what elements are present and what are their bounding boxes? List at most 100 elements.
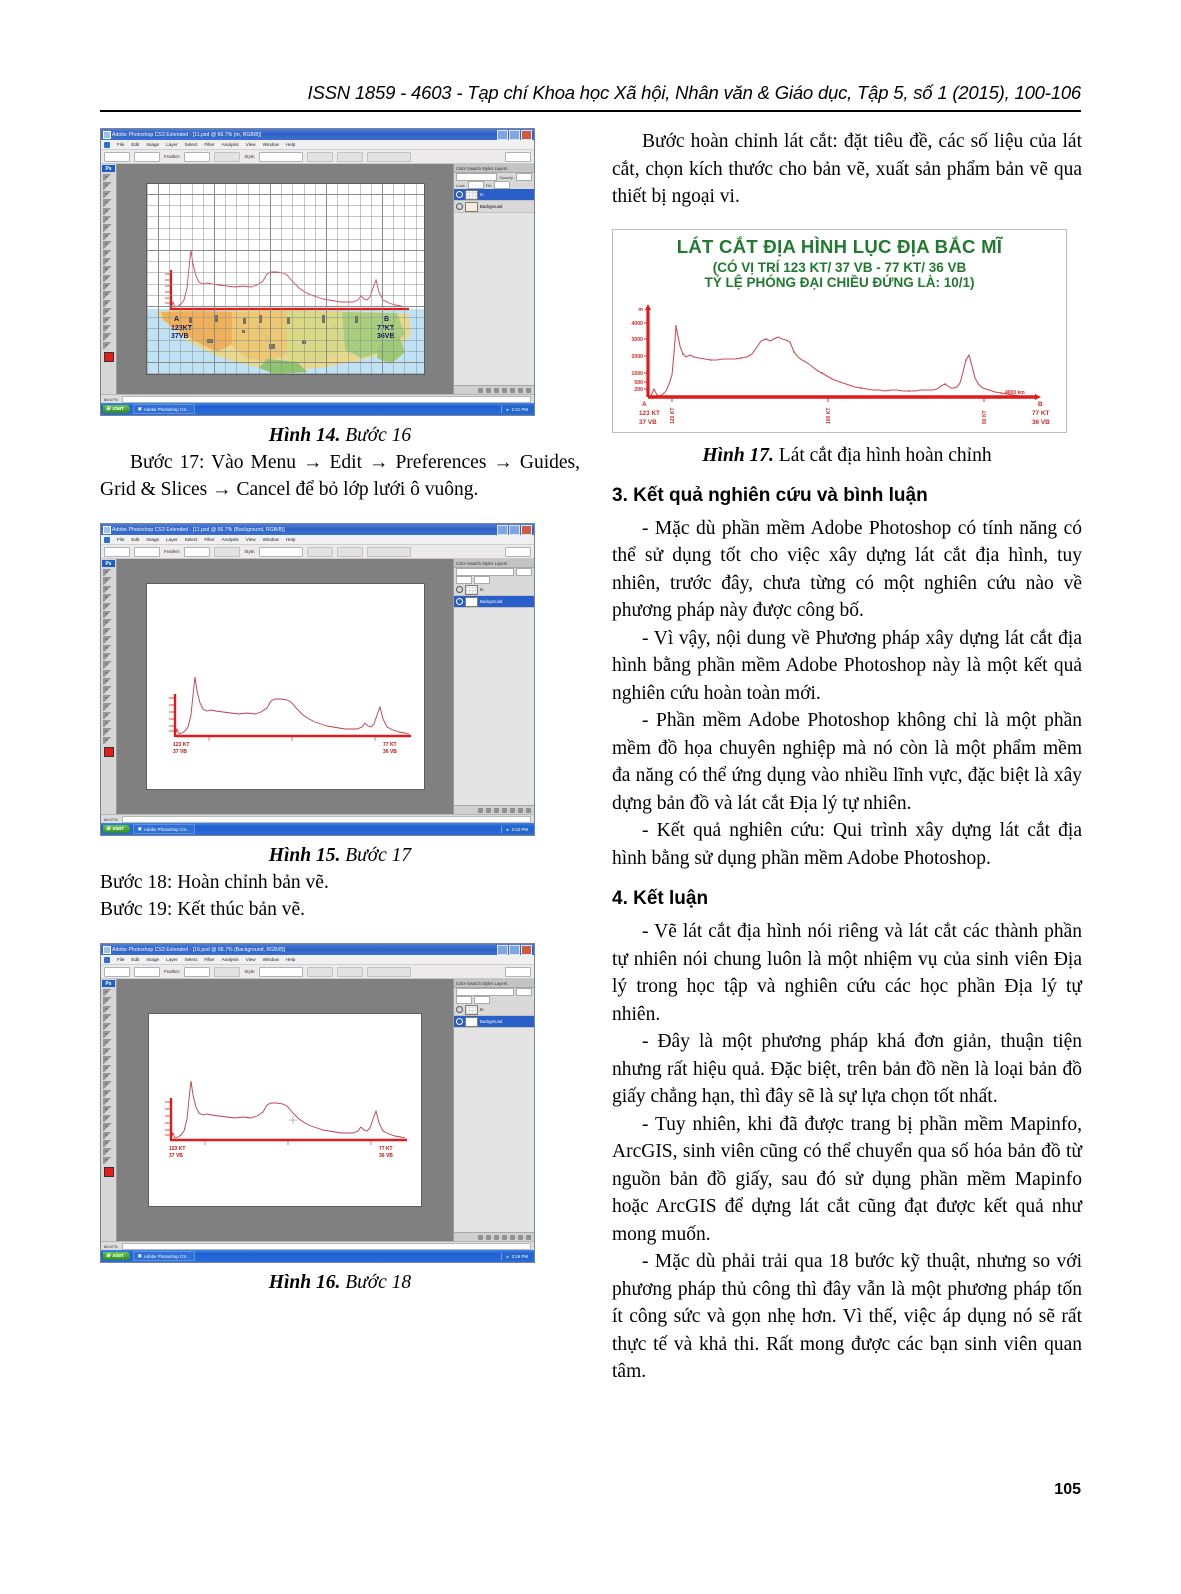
palette-footer[interactable] xyxy=(454,1232,534,1241)
foreground-color-swatch[interactable] xyxy=(103,1167,114,1178)
menu-analysis[interactable]: Analysis xyxy=(222,142,239,147)
marquee-tool-icon[interactable] xyxy=(103,182,114,190)
layer-row-background[interactable]: Background xyxy=(454,596,534,608)
pen-tool-icon[interactable] xyxy=(103,686,114,694)
layers-palette-tab[interactable]: Color Swatch Styles Layers xyxy=(454,164,534,173)
blend-mode-select[interactable] xyxy=(456,988,514,996)
menu-edit[interactable]: Edit xyxy=(131,537,139,542)
pen-tool-icon[interactable] xyxy=(103,291,114,299)
close-icon[interactable] xyxy=(521,129,532,140)
eyedropper-tool-icon[interactable] xyxy=(103,1030,114,1039)
workspace-button[interactable] xyxy=(505,966,531,977)
adjustment-layer-icon[interactable] xyxy=(502,1234,507,1240)
shape-tool-icon[interactable] xyxy=(103,1131,114,1140)
document-canvas[interactable]: 123 KT 37 VB 77 KT 36 VB xyxy=(148,1013,422,1207)
magic-wand-tool-icon[interactable] xyxy=(103,1014,114,1022)
maximize-icon[interactable] xyxy=(509,129,520,140)
brush-tool-icon[interactable] xyxy=(103,627,114,636)
menu-image[interactable]: Image xyxy=(146,142,159,147)
path-selection-tool-icon[interactable] xyxy=(103,1123,114,1131)
tools-panel[interactable]: Ps xyxy=(101,164,117,394)
crop-tool-icon[interactable] xyxy=(103,1022,114,1030)
width-input[interactable] xyxy=(307,151,334,162)
blend-mode-row[interactable] xyxy=(454,988,534,996)
crop-tool-icon[interactable] xyxy=(103,602,114,610)
new-group-icon[interactable] xyxy=(510,1234,515,1240)
layer-style-icon[interactable] xyxy=(486,1234,491,1240)
menu-image[interactable]: Image xyxy=(146,537,159,542)
taskbar-app-button[interactable]: ▣ Adobe Photoshop CS... xyxy=(132,824,195,834)
start-button[interactable]: ⊞ start xyxy=(103,825,130,833)
healing-brush-tool-icon[interactable] xyxy=(103,1039,114,1047)
refine-edge-button[interactable] xyxy=(367,546,412,557)
window-buttons[interactable] xyxy=(497,129,532,140)
height-input[interactable] xyxy=(337,966,364,977)
history-brush-tool-icon[interactable] xyxy=(103,249,114,257)
zoom-tool-icon[interactable] xyxy=(103,1156,114,1165)
menu-help[interactable]: Help xyxy=(286,957,295,962)
notes-tool-icon[interactable] xyxy=(103,1140,114,1148)
dodge-tool-icon[interactable] xyxy=(103,678,114,686)
options-bar[interactable]: Feather: Style: xyxy=(101,965,534,979)
menu-file[interactable]: File xyxy=(117,142,124,147)
workspace-button[interactable] xyxy=(505,151,531,162)
magic-wand-tool-icon[interactable] xyxy=(103,594,114,602)
menu-window[interactable]: Window xyxy=(263,537,279,542)
tray-icon[interactable]: ◕ xyxy=(506,1254,509,1259)
new-group-icon[interactable] xyxy=(510,807,515,813)
menu-help[interactable]: Help xyxy=(286,537,295,542)
taskbar-app-button[interactable]: ▣ Adobe Photoshop CS... xyxy=(132,404,195,414)
menu-analysis[interactable]: Analysis xyxy=(222,537,239,542)
workspace-button[interactable] xyxy=(505,546,531,557)
notes-tool-icon[interactable] xyxy=(103,325,114,333)
marquee-tool-icon[interactable] xyxy=(103,577,114,585)
selection-mode-buttons[interactable] xyxy=(134,546,160,557)
new-layer-icon[interactable] xyxy=(518,1234,523,1240)
taskbar-app-button[interactable]: ▣ Adobe Photoshop CS... xyxy=(132,1251,195,1261)
opacity-input[interactable] xyxy=(516,173,532,181)
eyedropper-tool-icon[interactable] xyxy=(103,610,114,619)
gradient-tool-icon[interactable] xyxy=(103,1081,114,1089)
move-tool-icon[interactable] xyxy=(103,989,114,997)
dodge-tool-icon[interactable] xyxy=(103,1098,114,1106)
menu-filter[interactable]: Filter xyxy=(204,537,214,542)
blend-mode-select[interactable] xyxy=(456,568,514,576)
menu-view[interactable]: View xyxy=(246,142,256,147)
link-layers-icon[interactable] xyxy=(478,1234,483,1240)
refine-edge-button[interactable] xyxy=(367,151,412,162)
type-tool-icon[interactable] xyxy=(103,694,114,703)
menubar[interactable]: File Edit Image Layer Select Filter Anal… xyxy=(101,535,534,545)
windows-taskbar[interactable]: ⊞ start ▣ Adobe Photoshop CS... ◕ 2:41 P… xyxy=(101,403,534,415)
link-layers-icon[interactable] xyxy=(478,807,483,813)
path-selection-tool-icon[interactable] xyxy=(103,308,114,316)
clone-stamp-tool-icon[interactable] xyxy=(103,241,114,249)
foreground-color-swatch[interactable] xyxy=(103,352,114,363)
marquee-tool-icon[interactable] xyxy=(103,997,114,1005)
clone-stamp-tool-icon[interactable] xyxy=(103,636,114,644)
menu-window[interactable]: Window xyxy=(263,142,279,147)
tool-preset-picker[interactable] xyxy=(104,546,130,557)
tray-icon[interactable]: ◕ xyxy=(506,407,509,412)
menu-edit[interactable]: Edit xyxy=(131,142,139,147)
opacity-input[interactable] xyxy=(516,988,532,996)
notes-tool-icon[interactable] xyxy=(103,720,114,728)
feather-input[interactable] xyxy=(184,151,211,162)
gradient-tool-icon[interactable] xyxy=(103,266,114,274)
eraser-tool-icon[interactable] xyxy=(103,1072,114,1081)
maximize-icon[interactable] xyxy=(509,944,520,955)
width-input[interactable] xyxy=(307,966,334,977)
fill-input[interactable] xyxy=(474,576,490,584)
layer-row-background[interactable]: Background xyxy=(454,201,534,213)
link-layers-icon[interactable] xyxy=(478,387,483,393)
healing-brush-tool-icon[interactable] xyxy=(103,224,114,232)
start-button[interactable]: ⊞ start xyxy=(103,405,130,413)
move-tool-icon[interactable] xyxy=(103,174,114,182)
lock-row[interactable] xyxy=(454,996,534,1004)
shape-tool-icon[interactable] xyxy=(103,711,114,720)
blur-tool-icon[interactable] xyxy=(103,274,114,283)
brush-tool-icon[interactable] xyxy=(103,232,114,241)
gradient-tool-icon[interactable] xyxy=(103,661,114,669)
selection-mode-buttons[interactable] xyxy=(134,151,160,162)
menu-file[interactable]: File xyxy=(117,537,124,542)
tool-preset-picker[interactable] xyxy=(104,151,130,162)
